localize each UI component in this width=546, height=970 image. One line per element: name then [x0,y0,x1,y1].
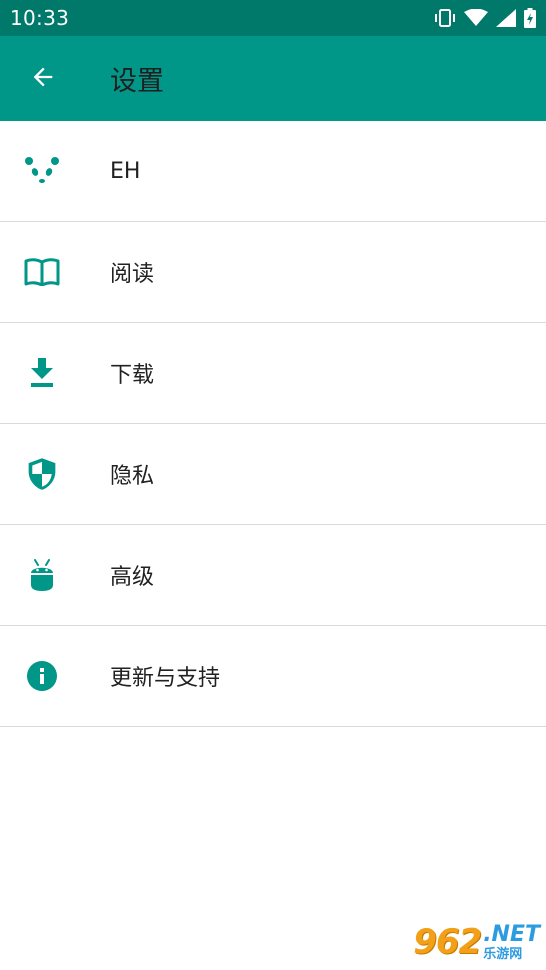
settings-item-privacy[interactable]: 隐私 [0,424,546,525]
settings-item-label: EH [110,158,141,184]
status-bar: 10:33 [0,0,546,36]
arrow-back-icon [29,63,57,95]
settings-item-label: 隐私 [110,464,155,489]
download-icon [0,323,110,423]
battery-charging-icon [524,8,536,28]
security-shield-icon [0,424,110,524]
signal-icon [496,9,516,27]
watermark-domain: .NET [483,921,540,947]
settings-item-eh[interactable]: EH [0,121,546,222]
wifi-icon [464,9,488,27]
page-title: 设置 [110,66,164,97]
app-bar: 设置 [0,36,546,121]
settings-item-reading[interactable]: 阅读 [0,222,546,323]
watermark-text: .NET 乐游网 [483,921,540,962]
vibrate-icon [434,9,456,27]
settings-list: EH 阅读 下载 隐私 高级 更新与支持 [0,121,546,727]
panda-icon [0,121,110,221]
settings-item-label: 下载 [110,363,155,388]
settings-item-label: 阅读 [110,262,155,287]
status-time: 10:33 [10,6,70,30]
back-button[interactable] [0,36,86,121]
watermark-site: 乐游网 [483,946,523,962]
settings-item-download[interactable]: 下载 [0,323,546,424]
watermark-logo: 962 .NET 乐游网 [413,922,540,962]
settings-item-label: 更新与支持 [110,666,221,691]
book-icon [0,222,110,322]
settings-item-label: 高级 [110,565,155,590]
info-icon [0,626,110,726]
settings-item-update-support[interactable]: 更新与支持 [0,626,546,727]
watermark-number: 962 [413,922,482,962]
settings-item-advanced[interactable]: 高级 [0,525,546,626]
status-icons [434,8,536,28]
android-icon [0,525,110,625]
